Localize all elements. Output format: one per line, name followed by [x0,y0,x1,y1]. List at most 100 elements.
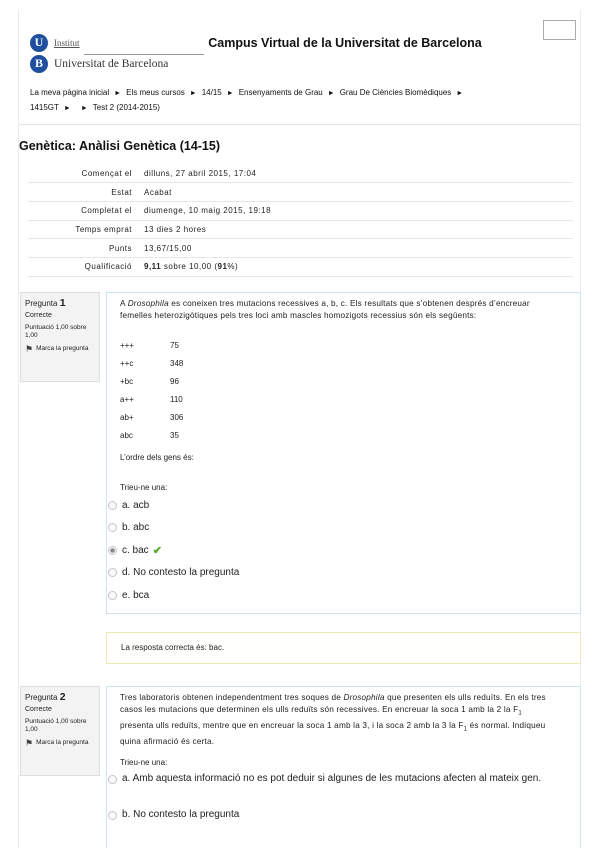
university-logo[interactable]: U Institut B Universitat de Barcelona [30,32,204,74]
breadcrumb-test[interactable]: Test 2 (2014-2015) [93,103,160,112]
breadcrumb-my-courses[interactable]: Els meus cursos [126,88,185,97]
answer-option-b[interactable]: b. abc [108,517,239,540]
radio-button[interactable] [108,568,117,578]
distribution-row: ++c 348 [120,359,183,377]
question-number: Pregunta 1 [25,297,95,309]
answer-option-d[interactable]: d. No contesto la pregunta [108,562,239,585]
attempt-summary-table: Començat el dilluns, 27 abril 2015, 17:0… [28,164,573,277]
genotype: ab+ [120,413,134,422]
grade-close: %) [227,262,239,272]
summary-label: Estat [111,187,132,197]
answer-label: e. bca [122,589,150,601]
summary-label: Temps emprat [75,224,132,234]
radio-button-selected[interactable] [108,545,117,555]
question-info-2: Pregunta 2 Correcte Puntuació 1,00 sobre… [20,686,100,776]
logo-row-top: U Institut [30,32,168,53]
summary-value: Acabat [144,187,172,197]
genotype: abc [120,431,133,440]
summary-row-started: Començat el dilluns, 27 abril 2015, 17:0… [28,164,573,183]
summary-label: Qualificació [84,262,132,272]
radio-button[interactable] [108,500,117,510]
site-title: Campus Virtual de la Universitat de Barc… [208,36,482,50]
summary-value: dilluns, 27 abril 2015, 17:04 [144,168,257,178]
answer-options: a. Amb aquesta informació no es pot dedu… [108,772,548,822]
question-text: A Drosophila es coneixen tres mutacions … [120,298,540,321]
radio-button[interactable] [108,590,117,600]
question-text-part: presenta ulls reduïts, mentre que en enc… [120,720,464,730]
answer-option-b[interactable]: b. No contesto la pregunta [108,808,548,822]
distribution-row: ab+ 306 [120,413,183,431]
logo-u-icon: U [30,33,48,52]
breadcrumb-degree[interactable]: Grau De Ciències Biomèdiques [340,88,452,97]
genotype: +++ [120,341,135,350]
logo-divider [84,54,204,55]
answer-options: a. acb b. abc c. bac ✔ d. No contesto la … [108,494,239,607]
question-number: Pregunta 2 [25,691,95,703]
answer-option-a[interactable]: a. Amb aquesta informació no es pot dedu… [108,772,548,808]
breadcrumb-separator-icon: ► [226,90,234,97]
correct-check-icon: ✔ [152,544,162,557]
summary-label: Començat el [81,168,132,178]
logo-sub-label: Institut [54,37,80,48]
breadcrumb-separator-icon: ► [189,90,197,97]
summary-value: 13 dies 2 hores [144,224,207,234]
question-feedback: La resposta correcta és: bac. [106,632,581,664]
logo-b-icon: B [30,54,48,73]
question-text-part: A [120,299,128,308]
genotype-count: 306 [170,413,184,422]
radio-button[interactable] [108,811,117,820]
summary-value: 9,11 sobre 10,00 (91%) [138,257,573,276]
distribution-row: a++ 110 [120,395,183,413]
flag-question-label: Marca la pregunta [36,739,89,746]
question-grade: Puntuació 1,00 sobre 1,00 [25,718,87,733]
question-state: Correcte [25,312,52,319]
summary-value: diumenge, 10 maig 2015, 19:18 [144,206,272,216]
breadcrumb-separator-icon: ► [63,105,71,112]
answer-label: b. No contesto la pregunta [122,809,240,820]
correct-answer-text: La resposta correcta és: bac. [121,643,225,652]
radio-button[interactable] [108,523,117,533]
distribution-row: +++ 75 [120,341,183,359]
question-prompt: L’ordre dels gens és: [120,453,194,462]
summary-row-grade: Qualificació 9,11 sobre 10,00 (91%) [28,257,573,277]
answer-label: a. Amb aquesta informació no es pot dedu… [122,773,542,784]
answer-label: a. acb [122,499,150,511]
flag-icon: ⚑ [25,738,34,748]
grade-percent: 91 [217,262,228,272]
grade-value: 9,11 [144,262,162,272]
breadcrumb-home[interactable]: La meva pàgina inicial [30,88,109,97]
flag-question-button[interactable]: ⚑ Marca la pregunta [25,738,95,748]
flag-icon: ⚑ [25,344,34,354]
question-number-value: 1 [59,297,66,309]
question-text-part: es coneixen tres mutacions recessives a,… [120,299,530,320]
species-name: Drosophila [343,693,385,702]
flag-question-button[interactable]: ⚑ Marca la pregunta [25,344,95,354]
breadcrumb-degree-studies[interactable]: Ensenyaments de Grau [239,88,323,97]
summary-row-time: Temps emprat 13 dies 2 hores [28,220,573,239]
genotype-count: 75 [170,341,179,350]
answer-option-e[interactable]: e. bca [108,584,239,607]
radio-button[interactable] [108,775,117,784]
genotype-count: 348 [170,359,184,368]
breadcrumb-separator-icon: ► [327,90,335,97]
genotype: a++ [120,395,134,404]
header-menu-box[interactable] [543,20,576,40]
breadcrumb-course[interactable]: 1415GT [30,103,59,112]
question-label: Pregunta [25,693,58,702]
question-text-part: Tres laboratoris obtenen independentment… [120,693,344,702]
page-title: Genètica: Anàlisi Genètica (14-15) [19,139,221,153]
question-text: Tres laboratoris obtenen independentment… [120,692,555,747]
genotype-count: 96 [170,377,179,386]
genotype: +bc [120,377,134,386]
summary-label: Completat el [81,206,132,216]
answer-option-a[interactable]: a. acb [108,494,239,517]
question-info-1: Pregunta 1 Correcte Puntuació 1,00 sobre… [20,292,100,382]
distribution-row: abc 35 [120,431,183,449]
summary-row-points: Punts 13,67/15,00 [28,239,573,258]
breadcrumb-separator-icon: ► [456,90,464,97]
answer-option-c[interactable]: c. bac ✔ [108,539,239,562]
breadcrumb-separator-icon: ► [80,105,88,112]
breadcrumb-year[interactable]: 14/15 [202,88,222,97]
answer-label: b. abc [122,522,150,534]
header-divider [19,124,580,125]
